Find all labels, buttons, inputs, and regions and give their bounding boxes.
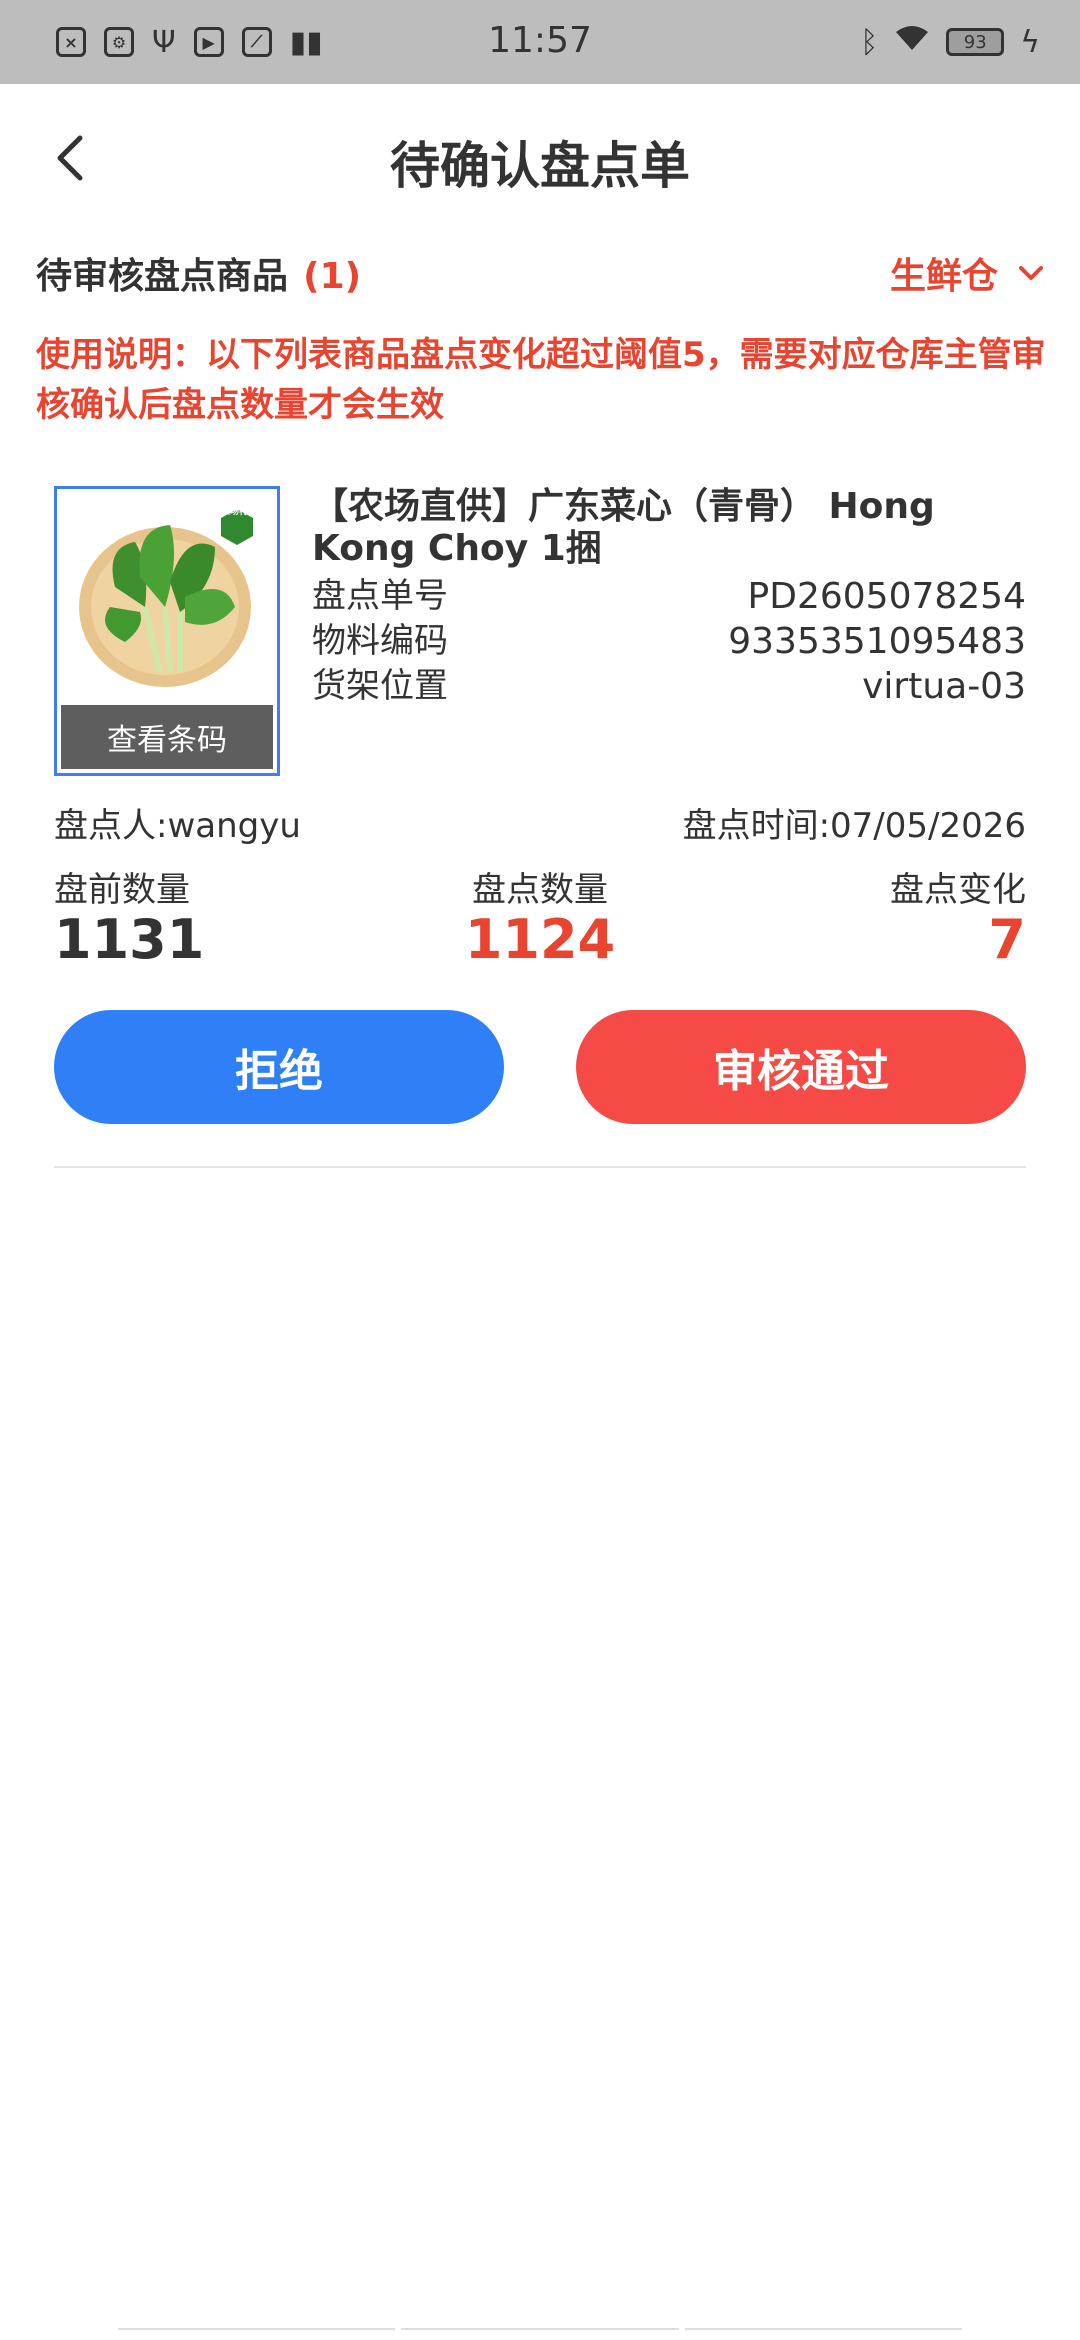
qty-before-label: 盘前数量 [54, 870, 190, 910]
page-title: 待确认盘点单 [390, 137, 690, 195]
product-thumbnail[interactable]: 农场特供 查看条码 [54, 486, 280, 776]
warehouse-label: 生鲜仓 [889, 256, 998, 297]
quantity-labels: 盘前数量 盘点数量 盘点变化 [54, 862, 1026, 911]
field-value: 9335351095483 [728, 621, 1026, 662]
field-label: 货架位置 [312, 666, 448, 706]
farm-badge: 农场特供 [221, 507, 258, 517]
reject-button[interactable]: 拒绝 [54, 1010, 504, 1124]
divider [54, 1166, 1026, 1168]
section-title: 待审核盘点商品 [36, 256, 289, 297]
quantity-values: 1131 1124 7 [54, 908, 1026, 971]
edge-segment [118, 2328, 396, 2336]
section-count: (1) [303, 256, 362, 297]
section-header: 待审核盘点商品 (1) 生鲜仓 [36, 238, 1044, 308]
count-meta: 盘点人:wangyu 盘点时间:07/05/2026 [54, 798, 1026, 847]
qty-counted-value: 1124 [464, 908, 616, 971]
edge-segment [684, 2328, 962, 2336]
qty-change-value: 7 [988, 908, 1026, 971]
bottom-edge [118, 2328, 962, 2336]
field-material-code: 物料编码 9335351095483 [312, 619, 1026, 664]
approve-button[interactable]: 审核通过 [576, 1010, 1026, 1124]
count-time: 盘点时间:07/05/2026 [682, 806, 1026, 846]
field-label: 物料编码 [312, 621, 448, 661]
status-bar: × ⚙ Ψ ▶ ⟋ ▮▮ 11:57 ᛒ 93 ϟ [0, 0, 1080, 84]
field-value: PD2605078254 [747, 576, 1026, 617]
usage-notice: 使用说明：以下列表商品盘点变化超过阈值5，需要对应仓库主管审核确认后盘点数量才会… [36, 335, 1046, 425]
qty-counted-label: 盘点数量 [472, 870, 608, 910]
warehouse-selector[interactable]: 生鲜仓 [890, 247, 1044, 299]
field-count-order: 盘点单号 PD2605078254 [312, 574, 1026, 619]
chevron-down-icon [1019, 266, 1043, 280]
section-title-group: 待审核盘点商品 (1) [36, 247, 361, 299]
status-time: 11:57 [488, 20, 592, 61]
product-image [79, 509, 253, 687]
edge-segment [401, 2328, 679, 2336]
view-barcode-button[interactable]: 查看条码 [61, 705, 273, 769]
qty-before-value: 1131 [54, 908, 205, 971]
counter-name: 盘点人:wangyu [54, 806, 301, 846]
action-buttons: 拒绝 审核通过 [54, 1010, 1026, 1124]
field-shelf-location: 货架位置 virtua-03 [312, 664, 1026, 709]
qty-change-label: 盘点变化 [890, 870, 1026, 910]
product-name: 【农场直供】广东菜心（青骨） Hong Kong Choy 1捆 [312, 486, 935, 569]
nav-bar: 待确认盘点单 [0, 84, 1080, 234]
item-info: 【农场直供】广东菜心（青骨） Hong Kong Choy 1捆 盘点单号 PD… [312, 486, 1026, 709]
field-value: virtua-03 [862, 666, 1026, 707]
field-label: 盘点单号 [312, 576, 448, 616]
